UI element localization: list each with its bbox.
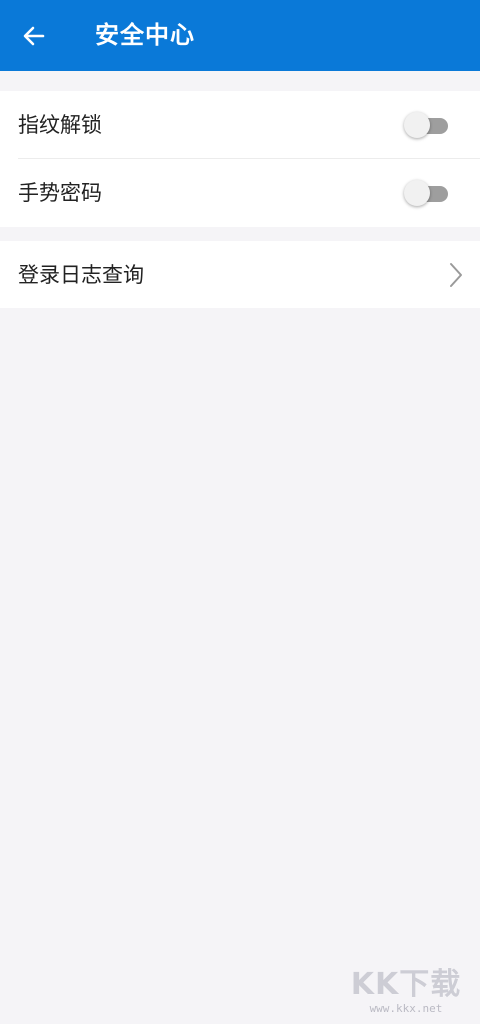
watermark-url: www.kkx.net [369, 1002, 443, 1015]
arrow-left-icon [23, 26, 45, 46]
fingerprint-unlock-row: 指纹解锁 [0, 91, 480, 159]
app-bar: 安全中心 [0, 0, 480, 71]
toggle-knob [404, 112, 430, 138]
login-log-row[interactable]: 登录日志查询 [0, 241, 480, 308]
login-log-group: 登录日志查询 [0, 241, 480, 308]
watermark-logo: KK下载 [350, 967, 462, 1002]
toggle-knob [404, 180, 430, 206]
chevron-right-icon [450, 263, 462, 287]
page-title: 安全中心 [95, 21, 195, 49]
gesture-password-toggle[interactable] [404, 180, 448, 206]
back-button[interactable] [14, 16, 54, 56]
gesture-password-label: 手势密码 [18, 181, 102, 205]
login-log-label: 登录日志查询 [18, 263, 144, 287]
gesture-password-row: 手势密码 [0, 159, 480, 227]
watermark: KK下载 www.kkx.net [346, 968, 466, 1016]
fingerprint-unlock-label: 指纹解锁 [18, 113, 102, 137]
security-settings-group: 指纹解锁 手势密码 [0, 91, 480, 227]
fingerprint-unlock-toggle[interactable] [404, 112, 448, 138]
